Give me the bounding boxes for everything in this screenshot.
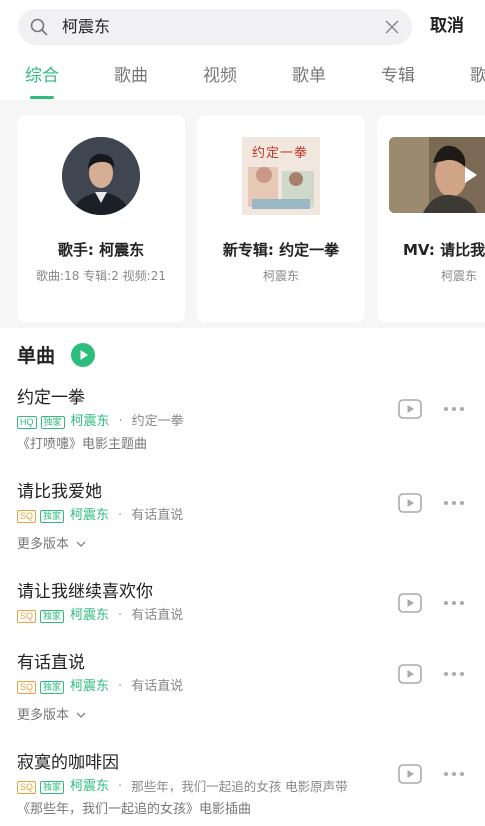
- tab-more[interactable]: 歌: [470, 64, 485, 88]
- chevron-down-icon: [76, 541, 86, 547]
- exclusive-badge: 独家: [40, 780, 65, 794]
- song-meta: SQ 独家 柯震东 · 有话直说: [17, 608, 183, 624]
- more-options-icon[interactable]: [443, 500, 465, 506]
- separator-dot: ·: [118, 608, 123, 623]
- song-artist[interactable]: 柯震东: [70, 779, 109, 795]
- exclusive-badge: 独家: [40, 509, 65, 523]
- tab-indicator: [30, 96, 54, 99]
- song-description: 《打喷嚏》电影主题曲: [17, 437, 148, 452]
- chevron-down-icon: [76, 712, 86, 718]
- tab-videos[interactable]: 视频: [203, 64, 237, 88]
- song-album: 有话直说: [131, 679, 184, 694]
- tab-songs[interactable]: 歌曲: [114, 64, 148, 88]
- search-icon: [30, 18, 48, 36]
- song-title: 寂寞的咖啡因: [17, 753, 119, 773]
- song-meta: HQ 独家 柯震东 · 约定一拳: [17, 414, 184, 430]
- cancel-button[interactable]: 取消: [430, 14, 464, 38]
- section-title: 单曲: [17, 345, 56, 367]
- quality-badge: SQ: [17, 780, 37, 794]
- album-card[interactable]: 约定一拳 新专辑: 约定一拳 柯震东: [197, 115, 365, 322]
- quality-badge: HQ: [17, 415, 37, 429]
- mv-thumbnail: [389, 137, 485, 213]
- mv-play-icon[interactable]: [398, 493, 422, 513]
- album-cover: 约定一拳: [242, 137, 320, 215]
- tab-bar: 综合 歌曲 视频 歌单 专辑 歌: [0, 60, 485, 100]
- search-input[interactable]: 柯震东: [62, 16, 110, 38]
- song-meta: SQ 独家 柯震东 · 有话直说: [17, 679, 183, 695]
- song-album: 有话直说: [131, 608, 184, 623]
- more-versions-link[interactable]: 更多版本: [17, 537, 86, 553]
- artist-card[interactable]: 歌手: 柯震东 歌曲:18 专辑:2 视频:21: [17, 115, 185, 322]
- song-description: 《那些年，我们一起追的女孩》电影插曲: [17, 802, 252, 817]
- exclusive-badge: 独家: [40, 680, 65, 694]
- song-album: 约定一拳: [131, 414, 184, 429]
- mv-play-icon[interactable]: [398, 399, 422, 419]
- song-artist[interactable]: 柯震东: [70, 608, 109, 624]
- search-bar[interactable]: 柯震东: [18, 9, 412, 45]
- song-artist[interactable]: 柯震东: [70, 679, 109, 695]
- tab-albums[interactable]: 专辑: [381, 64, 415, 88]
- quality-badge: SQ: [17, 609, 37, 623]
- more-options-icon[interactable]: [443, 671, 465, 677]
- separator-dot: ·: [118, 414, 123, 429]
- quality-badge: SQ: [17, 680, 37, 694]
- play-all-icon[interactable]: [71, 343, 95, 367]
- song-title: 约定一拳: [17, 388, 85, 408]
- mv-card-title: MV: 请比我: [403, 241, 485, 259]
- artist-card-title: 歌手: 柯震东: [57, 241, 145, 259]
- song-meta: SQ 独家 柯震东 · 那些年，我们一起追的女孩 电影原声带: [17, 779, 348, 795]
- more-options-icon[interactable]: [443, 406, 465, 412]
- more-options-icon[interactable]: [443, 600, 465, 606]
- album-card-title: 新专辑: 约定一拳: [222, 241, 340, 259]
- mv-play-icon[interactable]: [398, 664, 422, 684]
- artist-card-stats: 歌曲:18 专辑:2 视频:21: [36, 269, 166, 283]
- exclusive-badge: 独家: [40, 609, 65, 623]
- artist-avatar: [62, 137, 140, 215]
- album-card-artist: 柯震东: [262, 269, 299, 283]
- mv-play-icon[interactable]: [398, 593, 422, 613]
- album-cover-text: 约定一拳: [252, 146, 309, 161]
- exclusive-badge: 独家: [40, 415, 65, 429]
- mv-card[interactable]: MV: 请比我 柯震东: [377, 115, 485, 322]
- tab-playlists[interactable]: 歌单: [292, 64, 326, 88]
- song-artist[interactable]: 柯震东: [71, 414, 110, 430]
- more-versions-label: 更多版本: [17, 708, 70, 723]
- more-versions-link[interactable]: 更多版本: [17, 708, 86, 724]
- mv-card-artist: 柯震东: [441, 269, 478, 283]
- separator-dot: ·: [118, 508, 123, 523]
- more-versions-label: 更多版本: [17, 537, 70, 552]
- song-title: 请让我继续喜欢你: [17, 582, 153, 602]
- separator-dot: ·: [118, 679, 123, 694]
- tab-overview[interactable]: 综合: [25, 64, 59, 88]
- song-title: 请比我爱她: [17, 482, 102, 502]
- separator-dot: ·: [118, 779, 123, 794]
- song-album: 那些年，我们一起追的女孩 电影原声带: [131, 779, 348, 794]
- song-artist[interactable]: 柯震东: [70, 508, 109, 524]
- song-meta: SQ 独家 柯震东 · 有话直说: [17, 508, 183, 524]
- close-icon[interactable]: [384, 19, 400, 35]
- song-album: 有话直说: [131, 508, 184, 523]
- more-options-icon[interactable]: [443, 771, 465, 777]
- song-title: 有话直说: [17, 653, 85, 673]
- quality-badge: SQ: [17, 509, 37, 523]
- mv-play-icon[interactable]: [398, 764, 422, 784]
